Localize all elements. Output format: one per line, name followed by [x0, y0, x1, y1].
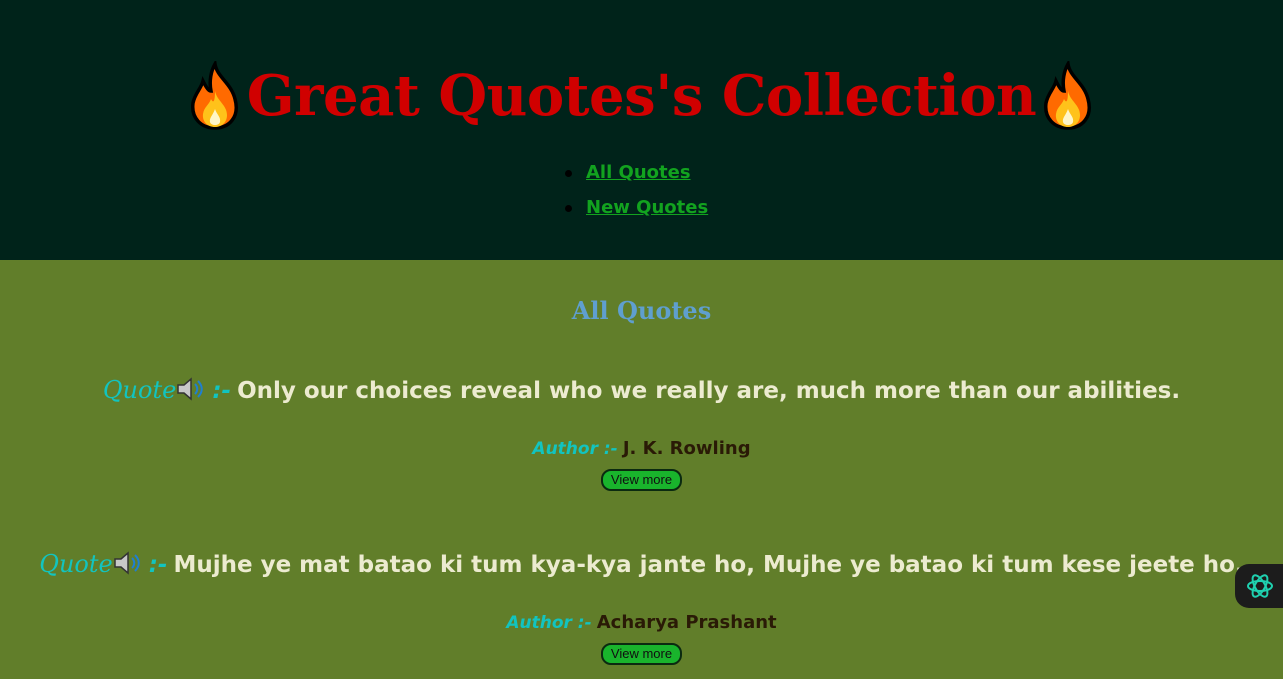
quotes-section: All Quotes Quote :- Only our choices reve… [0, 260, 1283, 679]
assistant-button[interactable] [1235, 564, 1283, 608]
section-title: All Quotes [571, 296, 712, 325]
assistant-icon [1247, 574, 1273, 598]
fire-icon [190, 61, 238, 130]
nav-item-all-quotes: All Quotes [565, 160, 708, 195]
bullet-icon [565, 170, 572, 177]
view-more-button[interactable]: View more [600, 469, 683, 491]
quote-text: Only our choices reveal who we really ar… [237, 378, 1181, 404]
author-line: Author :- J. K. Rowling [0, 437, 1283, 461]
bullet-icon [565, 205, 572, 212]
author-label: Author :- [506, 613, 592, 633]
author-line: Author :- Acharya Prashant [0, 611, 1283, 635]
quote-line: Quote :- Mujhe ye mat batao ki tum kya-ky… [0, 547, 1283, 581]
title-row: Great Quotes's Collection [0, 56, 1283, 136]
speaker-icon[interactable] [113, 551, 143, 575]
quote-label: Quote [102, 376, 177, 404]
quote-card: Quote :- Only our choices reveal who we r… [0, 373, 1283, 491]
page-header: Great Quotes's Collection All Quotes New… [0, 0, 1283, 260]
quote-text: Mujhe ye mat batao ki tum kya-kya jante … [173, 552, 1244, 578]
fire-icon [1044, 61, 1092, 130]
author-name: Acharya Prashant [596, 612, 777, 633]
view-more-button[interactable]: View more [600, 643, 683, 665]
quote-label: Quote [39, 550, 113, 578]
button-row: View more [0, 643, 1283, 665]
all-quotes-link[interactable]: All Quotes [586, 162, 691, 183]
speaker-icon[interactable] [176, 377, 206, 401]
new-quotes-link[interactable]: New Quotes [586, 197, 708, 218]
quote-separator: :- [148, 552, 168, 578]
quote-line: Quote :- Only our choices reveal who we r… [0, 373, 1283, 407]
quote-card: Quote :- Mujhe ye mat batao ki tum kya-ky… [0, 547, 1283, 665]
page-title: Great Quotes's Collection [246, 63, 1037, 129]
author-name: J. K. Rowling [622, 438, 751, 459]
quote-separator: :- [212, 378, 232, 404]
main-nav: All Quotes New Quotes [565, 160, 708, 230]
author-label: Author :- [532, 439, 618, 459]
nav-item-new-quotes: New Quotes [565, 195, 708, 230]
button-row: View more [0, 469, 1283, 491]
